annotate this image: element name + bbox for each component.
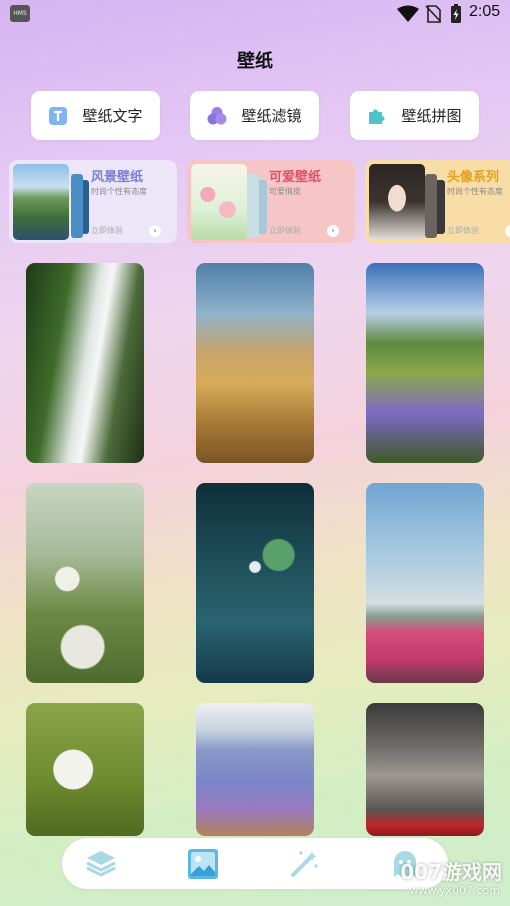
filter-circles-icon xyxy=(207,106,227,126)
scenery-thumbnails xyxy=(13,164,89,240)
garage-car-wallpaper[interactable] xyxy=(366,703,484,836)
category-cta: 立即体验 xyxy=(269,226,301,235)
category-title: 风景壁纸 xyxy=(91,170,144,185)
category-subtitle: 可爱俏皮 xyxy=(269,187,301,196)
magic-wand-icon[interactable] xyxy=(286,846,322,882)
category-card-cute[interactable]: 可爱壁纸 可爱俏皮 立即体验 › xyxy=(187,160,355,243)
wifi-icon xyxy=(397,5,419,22)
image-icon[interactable] xyxy=(185,846,221,882)
valley-wallpaper[interactable] xyxy=(196,263,314,463)
category-title: 头像系列 xyxy=(447,170,500,185)
dandelion-wallpaper[interactable] xyxy=(26,703,144,836)
category-cta: 立即体验 xyxy=(91,226,123,235)
tool-label: 壁纸文字 xyxy=(82,107,143,125)
tool-label: 壁纸滤镜 xyxy=(241,107,302,125)
page-title: 壁纸 xyxy=(237,51,273,72)
category-card-avatar[interactable]: 头像系列 时尚个性有态度 立即体验 › xyxy=(365,160,510,243)
lavender-wallpaper[interactable] xyxy=(196,703,314,836)
category-card-scenery[interactable]: 风景壁纸 时尚个性有态度 立即体验 › xyxy=(9,160,177,243)
category-cta: 立即体验 xyxy=(447,226,479,235)
chevron-right-icon: › xyxy=(505,225,510,237)
wallpaper-puzzle-button[interactable]: 壁纸拼图 xyxy=(350,91,479,140)
status-bar: HMS 2:05 xyxy=(0,0,510,28)
hms-badge: HMS xyxy=(10,5,30,22)
layers-icon[interactable] xyxy=(83,846,119,882)
tulip-field-wallpaper[interactable] xyxy=(366,483,484,683)
wallpaper-filter-button[interactable]: 壁纸滤镜 xyxy=(190,91,319,140)
tool-label: 壁纸拼图 xyxy=(401,107,462,125)
text-t-icon xyxy=(48,106,68,126)
watermark-url: www.yx007.com xyxy=(409,884,500,897)
battery-charging-icon xyxy=(451,4,461,23)
avatar-thumbnails xyxy=(369,164,445,240)
no-sim-icon xyxy=(425,5,441,23)
wallpaper-text-button[interactable]: 壁纸文字 xyxy=(31,91,160,140)
category-subtitle: 时尚个性有态度 xyxy=(91,187,147,196)
chevron-right-icon: › xyxy=(149,225,161,237)
puzzle-piece-icon xyxy=(367,106,387,126)
cute-thumbnails xyxy=(191,164,267,240)
category-subtitle: 时尚个性有态度 xyxy=(447,187,503,196)
category-title: 可爱壁纸 xyxy=(269,170,322,185)
dandelion-field-wallpaper[interactable] xyxy=(26,483,144,683)
watermark-text: 007游戏网 xyxy=(400,860,502,884)
bottom-nav xyxy=(62,838,448,889)
clock: 2:05 xyxy=(469,3,501,20)
waterfall-wallpaper[interactable] xyxy=(26,263,144,463)
chevron-right-icon: › xyxy=(327,225,339,237)
lily-pads-wallpaper[interactable] xyxy=(196,483,314,683)
lupine-meadow-wallpaper[interactable] xyxy=(366,263,484,463)
